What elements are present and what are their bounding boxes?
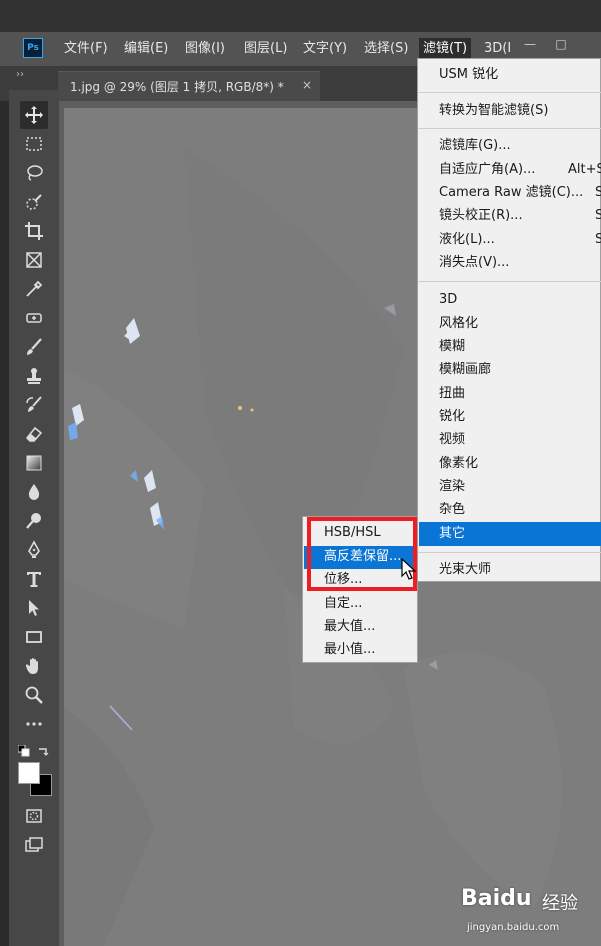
dodge-tool-icon[interactable]	[20, 507, 48, 535]
frame-tool-icon[interactable]	[20, 246, 48, 274]
healing-brush-tool-icon[interactable]	[20, 304, 48, 332]
foreground-color-swatch[interactable]	[18, 762, 40, 784]
filter-item-beam-master[interactable]: 光束大师	[439, 559, 491, 581]
quick-mask-icon[interactable]	[20, 802, 48, 830]
filter-item-gallery[interactable]: 滤镜库(G)...	[439, 135, 511, 157]
clone-stamp-tool-icon[interactable]	[20, 362, 48, 390]
filter-item-blur-gallery[interactable]: 模糊画廊	[439, 359, 491, 381]
filter-item-render[interactable]: 渲染	[439, 476, 465, 498]
watermark-url: jingyan.baidu.com	[467, 922, 560, 933]
shortcut-adaptive-wide-angle: Alt+S	[568, 162, 601, 177]
shortcut-lens-correction: S	[595, 208, 601, 223]
blur-tool-icon[interactable]	[20, 478, 48, 506]
submenu-item-maximum[interactable]: 最大值...	[324, 616, 375, 638]
marquee-tool-icon[interactable]	[20, 130, 48, 158]
crop-tool-icon[interactable]	[20, 217, 48, 245]
menu-divider	[418, 128, 601, 129]
menu-divider	[418, 281, 601, 282]
quick-select-tool-icon[interactable]	[20, 188, 48, 216]
menu-divider	[418, 92, 601, 93]
filter-item-other[interactable]: 其它	[439, 523, 465, 545]
filter-item-stylize[interactable]: 风格化	[439, 313, 478, 335]
filter-item-unsharp-mask[interactable]: USM 锐化	[439, 64, 498, 86]
filter-item-vanishing-point[interactable]: 消失点(V)...	[439, 252, 509, 274]
filter-item-adaptive-wide-angle[interactable]: 自适应广角(A)...	[439, 159, 535, 181]
filter-item-pixelate[interactable]: 像素化	[439, 453, 478, 475]
color-swatches	[18, 762, 52, 796]
filter-item-sharpen[interactable]: 锐化	[439, 406, 465, 428]
submenu-item-minimum[interactable]: 最小值...	[324, 639, 375, 661]
document-tab[interactable]: 1.jpg @ 29% (图层 1 拷贝, RGB/8*) *	[58, 71, 320, 101]
move-tool-icon[interactable]	[20, 101, 48, 129]
rectangle-tool-icon[interactable]	[20, 623, 48, 651]
menu-divider	[418, 552, 601, 553]
swap-colors-icon[interactable]	[37, 742, 49, 756]
menu-type[interactable]: 文字(Y)	[299, 38, 351, 60]
filter-item-noise[interactable]: 杂色	[439, 499, 465, 521]
default-colors-icon[interactable]	[17, 742, 30, 757]
title-strip	[0, 0, 601, 32]
shortcut-camera-raw: S	[595, 185, 601, 200]
filter-item-blur[interactable]: 模糊	[439, 336, 465, 358]
screen-mode-icon[interactable]	[20, 831, 48, 859]
menu-file[interactable]: 文件(F)	[60, 38, 112, 60]
type-tool-icon[interactable]	[20, 565, 48, 593]
pen-tool-icon[interactable]	[20, 536, 48, 564]
watermark-suffix: 经验	[542, 893, 578, 914]
baidu-jingyan-watermark: Baidu 经验 jingyan.baidu.com	[459, 880, 599, 940]
filter-item-3d[interactable]: 3D	[439, 289, 457, 311]
menu-image[interactable]: 图像(I)	[181, 38, 229, 60]
menu-filter[interactable]: 滤镜(T)	[419, 38, 472, 60]
zoom-tool-icon[interactable]	[20, 681, 48, 709]
history-brush-tool-icon[interactable]	[20, 391, 48, 419]
submenu-item-custom[interactable]: 自定...	[324, 593, 362, 615]
filter-menu: USM 锐化 转换为智能滤镜(S) 滤镜库(G)... 自适应广角(A)... …	[417, 58, 601, 582]
photoshop-logo: Ps	[23, 38, 43, 58]
filter-item-convert-smart[interactable]: 转换为智能滤镜(S)	[439, 100, 548, 122]
document-tab-title: 1.jpg @ 29% (图层 1 拷贝, RGB/8*) *	[70, 80, 284, 94]
shortcut-liquify: S	[595, 232, 601, 247]
filter-item-camera-raw[interactable]: Camera Raw 滤镜(C)...	[439, 182, 583, 204]
eraser-tool-icon[interactable]	[20, 420, 48, 448]
close-tab-icon[interactable]: ×	[300, 77, 314, 93]
more-tools-icon[interactable]	[20, 710, 48, 738]
menu-layer[interactable]: 图层(L)	[240, 38, 291, 60]
filter-item-distort[interactable]: 扭曲	[439, 383, 465, 405]
brush-tool-icon[interactable]	[20, 333, 48, 361]
panel-collapse-icon[interactable]: ››	[16, 69, 24, 80]
filter-item-lens-correction[interactable]: 镜头校正(R)...	[439, 205, 523, 227]
photoshop-window: Ps 文件(F) 编辑(E) 图像(I) 图层(L) 文字(Y) 选择(S) 滤…	[0, 0, 601, 946]
filter-item-liquify[interactable]: 液化(L)...	[439, 229, 495, 251]
eyedropper-tool-icon[interactable]	[20, 275, 48, 303]
menu-select[interactable]: 选择(S)	[360, 38, 412, 60]
menu-3d[interactable]: 3D(I	[480, 38, 515, 60]
hand-tool-icon[interactable]	[20, 652, 48, 680]
minimize-button[interactable]: —	[515, 35, 545, 53]
restore-button[interactable]: □	[546, 35, 576, 53]
watermark-brand: Baidu	[461, 886, 532, 911]
menu-edit[interactable]: 编辑(E)	[120, 38, 172, 60]
path-select-tool-icon[interactable]	[20, 594, 48, 622]
filter-item-video[interactable]: 视频	[439, 429, 465, 451]
mouse-cursor-icon	[400, 557, 418, 582]
gradient-tool-icon[interactable]	[20, 449, 48, 477]
lasso-tool-icon[interactable]	[20, 159, 48, 187]
